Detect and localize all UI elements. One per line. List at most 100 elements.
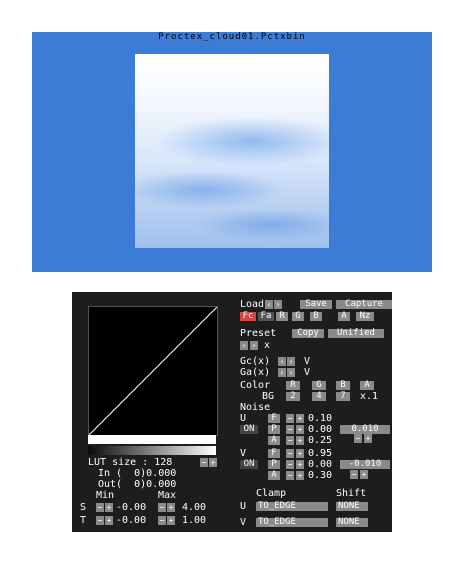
unified-button[interactable]: Unified [328, 329, 384, 338]
noise-v-p-value: 0.00 [308, 459, 333, 470]
noise-u-p-increment-button[interactable]: + [296, 425, 304, 434]
load-next-arrow-icon[interactable]: › [274, 300, 282, 309]
s-min-increment-button[interactable]: + [105, 503, 113, 512]
load-prev-arrow-icon[interactable]: ‹ [265, 300, 273, 309]
noise-u-f-value: 0.10 [308, 413, 333, 424]
noise-u-p-decrement-button[interactable]: − [286, 425, 294, 434]
s-min-value: -0.00 [116, 502, 147, 513]
lut-in-readout: In ( 0)0.000 [98, 468, 177, 479]
noise-v-p-decrement-button[interactable]: − [286, 460, 294, 469]
noise-v-p-increment-button[interactable]: + [296, 460, 304, 469]
noise-v-a-label: A [268, 471, 280, 480]
clamp-v-axis: V [240, 517, 247, 528]
noise-v-a-decrement-button[interactable]: − [286, 471, 294, 480]
noise-v-f-label: F [268, 449, 280, 458]
noise-u-a-value: 0.25 [308, 435, 333, 446]
preset-next-arrow-icon[interactable]: › [250, 341, 258, 350]
tab-g[interactable]: G [292, 312, 304, 321]
min-header: Min [96, 490, 115, 501]
noise-v-f-decrement-button[interactable]: − [286, 449, 294, 458]
clamp-v-select[interactable]: TO_EDGE [256, 518, 328, 527]
tab-a[interactable]: A [338, 312, 350, 321]
noise-v-axis: V [240, 448, 247, 459]
load-label: Load [240, 299, 265, 310]
color-b-button[interactable]: B [336, 381, 350, 390]
bg-g-value[interactable]: 4 [312, 392, 326, 401]
gc-prev-arrow-icon[interactable]: ‹ [278, 357, 286, 366]
save-button[interactable]: Save [300, 300, 332, 309]
ga-value: V [304, 367, 311, 378]
t-min-increment-button[interactable]: + [105, 516, 113, 525]
lut-size-label: LUT size : 128 [88, 457, 173, 468]
noise-u-a-label: A [268, 436, 280, 445]
preview-title: Proctex_cloud01.Pctxbin [158, 32, 306, 42]
noise-label: Noise [240, 402, 271, 413]
s-max-increment-button[interactable]: + [167, 503, 175, 512]
color-label: Color [240, 380, 271, 391]
noise-u-toggle[interactable]: ON [240, 425, 258, 434]
noise-u-f-label: F [268, 414, 280, 423]
t-max-value: 1.00 [182, 515, 207, 526]
lut-white-bar [88, 435, 216, 444]
noise-u-f-decrement-button[interactable]: − [286, 414, 294, 423]
noise-u-p-extra-field[interactable]: 0.010 [340, 425, 390, 434]
ga-prev-arrow-icon[interactable]: ‹ [278, 368, 286, 377]
clamp-u-axis: U [240, 501, 247, 512]
color-r-button[interactable]: R [286, 381, 300, 390]
shift-v-select[interactable]: NONE [336, 518, 368, 527]
s-max-decrement-button[interactable]: − [158, 503, 166, 512]
ga-label: Ga(x) [240, 367, 271, 378]
noise-v-toggle[interactable]: ON [240, 460, 258, 469]
t-max-increment-button[interactable]: + [167, 516, 175, 525]
preset-prev-arrow-icon[interactable]: ‹ [240, 341, 248, 350]
noise-v-f-increment-button[interactable]: + [296, 449, 304, 458]
noise-u-f-increment-button[interactable]: + [296, 414, 304, 423]
t-min-value: -0.00 [116, 515, 147, 526]
bg-r-value[interactable]: 2 [286, 392, 300, 401]
gc-value: V [304, 356, 311, 367]
copy-button[interactable]: Copy [292, 329, 324, 338]
lut-gradient-bar [88, 446, 216, 455]
lut-size-increment-button[interactable]: + [209, 458, 217, 467]
lut-graph[interactable] [88, 306, 218, 436]
t-min-decrement-button[interactable]: − [96, 516, 104, 525]
tab-r[interactable]: R [276, 312, 288, 321]
noise-v-a-increment-button[interactable]: + [296, 471, 304, 480]
s-axis-label: S [80, 502, 87, 513]
noise-u-axis: U [240, 413, 247, 424]
s-min-decrement-button[interactable]: − [96, 503, 104, 512]
noise-u-extra-decrement-button[interactable]: − [354, 434, 362, 443]
bg-label: BG [262, 391, 275, 402]
t-max-decrement-button[interactable]: − [158, 516, 166, 525]
max-header: Max [158, 490, 177, 501]
lut-size-decrement-button[interactable]: − [200, 458, 208, 467]
ga-next-arrow-icon[interactable]: › [287, 368, 295, 377]
lut-curve [88, 306, 218, 436]
cloud-texture-image [135, 54, 329, 248]
shift-u-select[interactable]: NONE [336, 502, 368, 511]
gc-label: Gc(x) [240, 356, 271, 367]
noise-v-a-value: 0.30 [308, 470, 333, 481]
tab-b[interactable]: B [310, 312, 322, 321]
gc-next-arrow-icon[interactable]: › [287, 357, 295, 366]
preset-label: Preset [240, 328, 277, 339]
noise-v-f-value: 0.95 [308, 448, 333, 459]
noise-u-a-decrement-button[interactable]: − [286, 436, 294, 445]
s-max-value: 4.00 [182, 502, 207, 513]
noise-u-p-value: 0.00 [308, 424, 333, 435]
noise-v-p-extra-field[interactable]: -0.010 [340, 460, 390, 469]
tab-fc[interactable]: Fc [240, 312, 256, 321]
color-a-button[interactable]: A [360, 381, 374, 390]
noise-u-extra-increment-button[interactable]: + [364, 434, 372, 443]
clamp-u-select[interactable]: TO_EDGE [256, 502, 328, 511]
color-g-button[interactable]: G [312, 381, 326, 390]
bg-b-value[interactable]: 7 [336, 392, 350, 401]
noise-v-extra-decrement-button[interactable]: − [350, 470, 358, 479]
tab-fa[interactable]: Fa [258, 312, 274, 321]
capture-button[interactable]: Capture [336, 300, 392, 309]
lut-out-readout: Out( 0)0.000 [98, 479, 177, 490]
tab-nz[interactable]: Nz [356, 312, 374, 321]
noise-u-a-increment-button[interactable]: + [296, 436, 304, 445]
texture-preview: Proctex_cloud01.Pctxbin [32, 32, 432, 272]
noise-v-extra-increment-button[interactable]: + [360, 470, 368, 479]
